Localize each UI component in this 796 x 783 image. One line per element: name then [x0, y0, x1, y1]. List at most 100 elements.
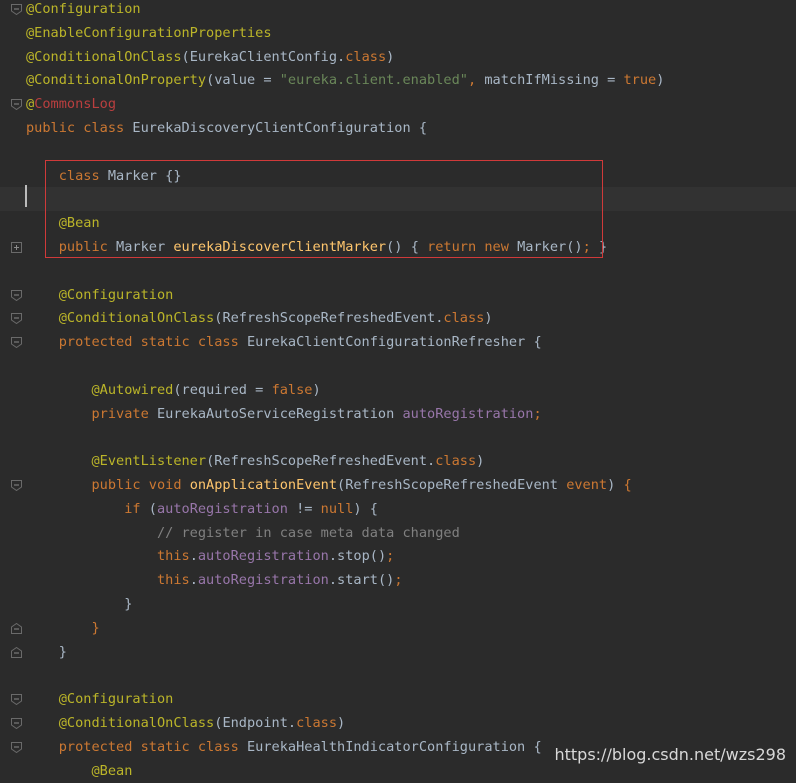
code-token: @Configuration: [26, 286, 174, 303]
code-line[interactable]: @Configuration: [0, 0, 796, 21]
code-token: ): [386, 48, 395, 65]
code-token: autoRegistration: [197, 572, 329, 589]
code-token: @: [26, 96, 35, 113]
fold-collapse-icon[interactable]: [11, 694, 22, 706]
code-token: value: [214, 72, 256, 89]
code-token: protected static class: [26, 738, 247, 755]
code-token: .: [328, 572, 338, 589]
code-token: stop: [337, 548, 370, 565]
code-token: (: [181, 48, 190, 65]
code-token: @Bean: [26, 762, 133, 779]
code-line[interactable]: [0, 259, 796, 283]
code-line[interactable]: @EventListener(RefreshScopeRefreshedEven…: [0, 449, 796, 473]
fold-collapse-icon[interactable]: [11, 337, 22, 349]
code-line[interactable]: // register in case meta data changed: [0, 521, 796, 545]
code-line-text: public class EurekaDiscoveryClientConfig…: [26, 116, 427, 140]
code-line-text: @ConditionalOnClass(RefreshScopeRefreshe…: [26, 306, 493, 330]
code-token: RefreshScopeRefreshedEvent: [214, 453, 428, 470]
code-token: onApplicationEvent: [189, 477, 338, 493]
code-token: (: [148, 500, 157, 517]
fold-collapse-icon[interactable]: [11, 646, 22, 658]
fold-collapse-icon[interactable]: [11, 99, 22, 111]
code-token: !=: [287, 500, 321, 517]
code-line[interactable]: if (autoRegistration != null) {: [0, 497, 796, 521]
fold-collapse-icon[interactable]: [11, 480, 22, 491]
code-line[interactable]: @CommonsLog: [0, 92, 796, 116]
code-line-text: this.autoRegistration.start();: [26, 568, 403, 592]
code-line-text: @Autowired(required = false): [26, 378, 320, 402]
code-line[interactable]: }: [0, 616, 796, 640]
code-line-text: @CommonsLog: [26, 92, 116, 116]
code-token: this: [26, 548, 190, 565]
code-line[interactable]: [0, 425, 796, 449]
code-line[interactable]: public void onApplicationEvent(RefreshSc…: [0, 473, 796, 497]
code-token: ): [337, 715, 346, 731]
code-token: protected static class: [26, 334, 247, 351]
code-token: (: [337, 477, 346, 493]
code-token: Endpoint: [222, 715, 288, 731]
code-token: .: [189, 548, 198, 565]
code-token: ;: [394, 572, 403, 589]
code-token: @Autowired: [26, 381, 174, 398]
code-line[interactable]: @ConditionalOnClass(RefreshScopeRefreshe…: [0, 306, 796, 330]
code-token: RefreshScopeRefreshedEvent: [222, 310, 436, 327]
fold-collapse-icon[interactable]: [11, 741, 22, 753]
code-token: RefreshScopeRefreshedEvent: [345, 477, 567, 493]
code-token: "eureka.client.enabled": [279, 72, 468, 89]
code-token: ): [656, 72, 665, 89]
code-token: {: [418, 120, 428, 136]
watermark-text: https://blog.csdn.net/wzs298: [554, 745, 786, 764]
code-token: EurekaAutoServiceRegistration: [156, 405, 403, 422]
code-line[interactable]: @Configuration: [0, 283, 796, 307]
code-line[interactable]: @Autowired(required = false): [0, 378, 796, 402]
code-line[interactable]: @ConditionalOnProperty(value = "eureka.c…: [0, 68, 796, 92]
code-line[interactable]: protected static class EurekaClientConfi…: [0, 330, 796, 354]
code-line[interactable]: @ConditionalOnClass(EurekaClientConfig.c…: [0, 45, 796, 69]
code-line-text: @Configuration: [26, 283, 174, 307]
code-line[interactable]: this.autoRegistration.start();: [0, 568, 796, 592]
code-token: }: [26, 596, 133, 612]
code-token: @EnableConfigurationProperties: [26, 24, 272, 41]
code-line-text: public void onApplicationEvent(RefreshSc…: [26, 473, 631, 497]
code-line-text: this.autoRegistration.stop();: [26, 544, 394, 568]
code-token: {: [533, 738, 542, 755]
code-line[interactable]: @ConditionalOnClass(Endpoint.class): [0, 711, 796, 735]
fold-collapse-icon[interactable]: [11, 718, 22, 729]
code-token: if: [26, 500, 149, 517]
code-token: ;: [533, 405, 542, 422]
code-token: ): [353, 500, 370, 517]
code-token: ): [484, 310, 493, 327]
code-line[interactable]: public class EurekaDiscoveryClientConfig…: [0, 116, 796, 140]
fold-collapse-icon[interactable]: [11, 622, 22, 634]
code-line[interactable]: @EnableConfigurationProperties: [0, 21, 796, 45]
code-token: EurekaClientConfigurationRefresher: [246, 334, 534, 351]
fold-collapse-icon[interactable]: [11, 313, 22, 325]
code-line[interactable]: @Configuration: [0, 687, 796, 711]
code-line-text: @Configuration: [26, 687, 174, 711]
code-editor[interactable]: @Configuration @EnableConfigurationProper…: [0, 0, 796, 779]
code-token: =: [247, 381, 272, 398]
code-line[interactable]: }: [0, 592, 796, 616]
code-line-text: @EventListener(RefreshScopeRefreshedEven…: [26, 449, 484, 473]
fold-collapse-icon[interactable]: [11, 4, 22, 15]
code-token: class: [345, 48, 387, 65]
fold-collapse-icon[interactable]: [11, 289, 22, 301]
code-line-text: private EurekaAutoServiceRegistration au…: [26, 402, 542, 426]
code-token: class: [296, 715, 338, 731]
code-line[interactable]: this.autoRegistration.stop();: [0, 544, 796, 568]
code-token: {: [369, 500, 378, 517]
code-token: class: [443, 310, 485, 327]
code-line-text: }: [26, 592, 132, 616]
code-token: {: [533, 334, 542, 351]
code-line-text: }: [26, 616, 99, 640]
code-token: matchIfMissing: [484, 72, 599, 89]
code-line[interactable]: [0, 663, 796, 687]
code-token: autoRegistration: [156, 500, 288, 517]
code-line[interactable]: private EurekaAutoServiceRegistration au…: [0, 402, 796, 426]
code-token: public class: [26, 120, 133, 136]
code-token: (): [377, 572, 395, 589]
code-line[interactable]: [0, 354, 796, 378]
code-line[interactable]: }: [0, 640, 796, 664]
fold-expand-icon[interactable]: [11, 242, 22, 253]
code-token: class: [435, 453, 477, 470]
